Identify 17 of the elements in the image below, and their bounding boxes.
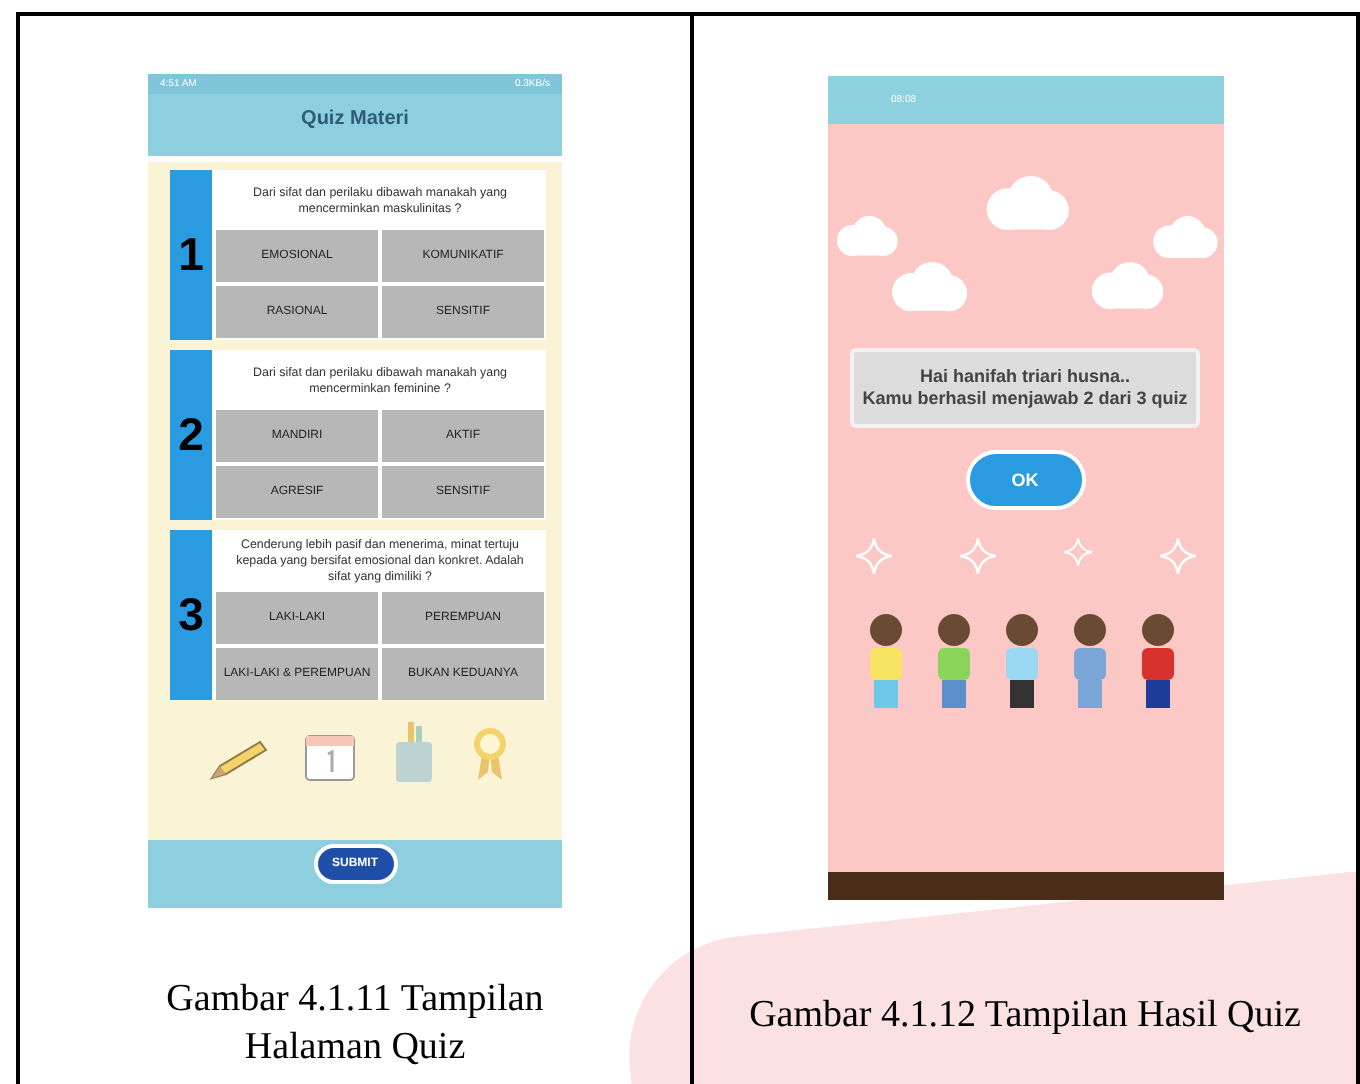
sparkle-icon [1159, 538, 1195, 575]
question-number: 1 [170, 170, 212, 340]
figure-caption: Gambar 4.1.11 Tampilan Halaman Quiz [164, 976, 546, 1072]
pencil-cup-icon [392, 722, 436, 782]
calendar-icon [304, 730, 356, 782]
sparkle-icon [959, 538, 995, 575]
result-message: Hai hanifah triari husna.. Kamu berhasil menjawab 2 dari 3 quiz [850, 348, 1200, 429]
screen-title: Quiz Materi [301, 108, 409, 130]
cloud-icon [831, 215, 899, 256]
pencil-icon [208, 738, 268, 782]
sparkle-icon [855, 538, 891, 575]
figure-caption: Gambar 4.1.12 Tampilan Hasil Quiz [747, 992, 1303, 1040]
sparkle-icon [1063, 538, 1091, 567]
question-number: 3 [170, 530, 212, 700]
question-number: 2 [170, 350, 212, 520]
medal-icon [472, 726, 508, 782]
cloud-icon [1147, 215, 1219, 259]
